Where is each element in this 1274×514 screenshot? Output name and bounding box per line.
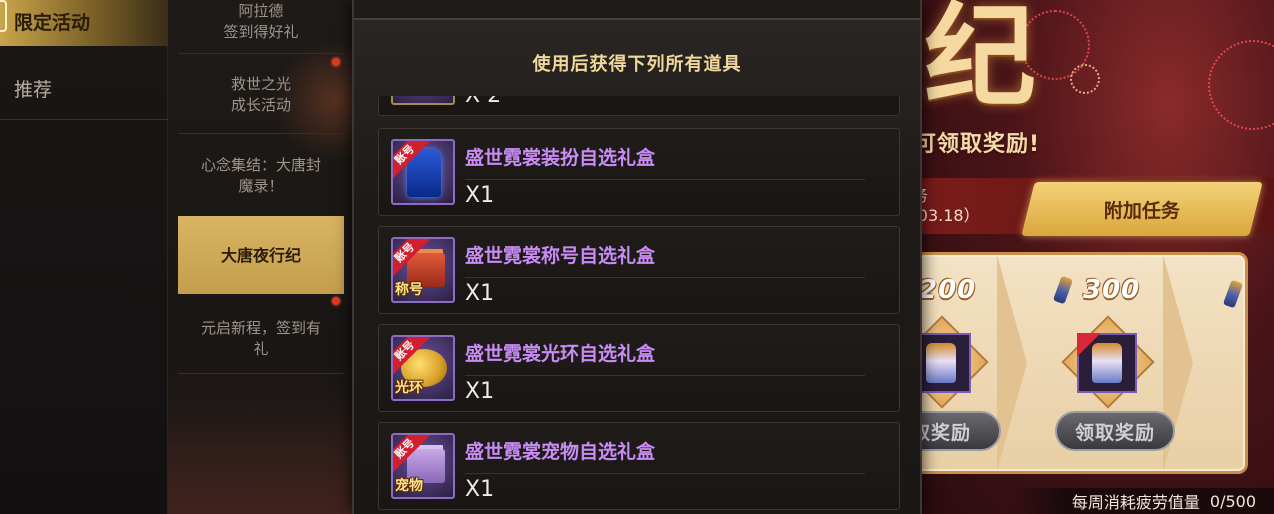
claim-reward-button[interactable]: 领取奖励 [1055, 411, 1175, 451]
fatigue-label: 每周消耗疲劳值量 [1071, 493, 1200, 512]
button-label: 取奖励 [920, 421, 971, 444]
milestone-value: 200 [920, 275, 977, 305]
activity-item-alad-signin[interactable]: 阿拉德 签到得好礼 [178, 0, 344, 54]
item-divider [465, 277, 865, 278]
activity-label: 魔录！ [238, 177, 284, 195]
item-name: 盛世霓裳称号自选礼盒 [465, 245, 656, 267]
activity-list: 阿拉德 签到得好礼 救世之光 成长活动 心念集结：大唐封 魔录！ 大唐夜行纪 元… [168, 0, 354, 514]
claim-reward-button[interactable]: 取奖励 [920, 411, 1001, 451]
item-quantity: X 2 [465, 96, 501, 108]
category-label: 推荐 [14, 79, 53, 101]
item-quantity: X1 [465, 379, 495, 404]
item-icon[interactable]: 账号 宠物 [391, 433, 455, 499]
item-type-badge: 宠物 [395, 478, 423, 494]
item-type-badge: 称号 [395, 282, 423, 298]
activity-label: 元启新程，签到有 [200, 318, 321, 337]
item-icon[interactable]: 账号 光环 [391, 335, 455, 401]
reward-item-slot[interactable] [1077, 333, 1137, 393]
activity-label: 成长活动 [230, 95, 291, 114]
list-item: 账号 称号 盛世霓裳称号自选礼盒 X1 [378, 226, 900, 314]
list-item: X 2 [378, 96, 900, 116]
activity-label: 签到得好礼 [223, 22, 299, 41]
item-icon[interactable]: 账号 称号 [391, 237, 455, 303]
account-tag-icon [1077, 333, 1101, 357]
palace-silhouette [168, 404, 354, 514]
activity-label: 礼 [253, 339, 269, 358]
category-recommended[interactable]: 推荐 [0, 58, 168, 120]
activity-label: 心念集结：大唐封 [200, 156, 321, 174]
weekly-fatigue-counter: 每周消耗疲劳值量 0/500 [1010, 488, 1274, 514]
chevron-divider [997, 255, 1037, 471]
activity-item-tang-night[interactable]: 大唐夜行纪 [178, 216, 344, 294]
tab-label: 附加任务 [1103, 199, 1180, 222]
firework-decoration [1208, 40, 1274, 130]
milestone-value: 300 [1083, 275, 1141, 305]
fatigue-bottle-icon [1052, 275, 1074, 305]
reward-item-slot[interactable] [920, 333, 971, 393]
category-label: 限定活动 [14, 11, 91, 34]
list-item: 账号 光环 盛世霓裳光环自选礼盒 X1 [378, 324, 900, 412]
category-limited-events[interactable]: 限定活动 [0, 0, 168, 46]
fatigue-bottle-icon [1222, 279, 1244, 309]
item-contents-popup: 使用后获得下列所有道具 X 2 账号 盛世霓裳装扮自选礼盒 X1 账号 称号 盛… [352, 0, 922, 514]
item-quantity: X1 [465, 183, 495, 208]
fatigue-value: 0/500 [1209, 491, 1256, 511]
item-divider [465, 179, 865, 180]
task-tab-label: 务 [920, 186, 929, 205]
item-quantity: X1 [465, 281, 495, 306]
item-divider [465, 375, 865, 376]
activity-label: 救世之光 [230, 74, 291, 93]
category-sidebar: 限定活动 推荐 [0, 0, 168, 514]
item-type-badge: 光环 [395, 380, 423, 396]
reward-hint-text: 可领取奖励! [920, 132, 1041, 157]
popup-top-border [354, 0, 920, 20]
event-banner: 纪 可领取奖励! 务 -03.18） 附加任务 200 300 取奖励 领取奖励 [920, 0, 1274, 514]
item-icon[interactable]: 账号 [391, 139, 455, 205]
list-item: 账号 宠物 盛世霓裳宠物自选礼盒 X1 [378, 422, 900, 510]
firework-decoration [1070, 64, 1100, 94]
potion-jar-icon [926, 343, 956, 383]
notification-dot [332, 58, 340, 66]
list-item: 账号 盛世霓裳装扮自选礼盒 X1 [378, 128, 900, 216]
tab-extra-tasks[interactable]: 附加任务 [1021, 182, 1263, 236]
item-list[interactable]: X 2 账号 盛世霓裳装扮自选礼盒 X1 账号 称号 盛世霓裳称号自选礼盒 X1 [378, 96, 900, 514]
item-icon [391, 96, 455, 105]
activity-item-tang-seal[interactable]: 心念集结：大唐封 魔录！ [178, 138, 344, 214]
activity-label: 大唐夜行纪 [220, 245, 301, 265]
item-quantity: X1 [465, 477, 495, 502]
event-title-char: 纪 [924, 0, 1036, 122]
button-label: 领取奖励 [1074, 421, 1155, 444]
activity-item-light-of-salvation[interactable]: 救世之光 成长活动 [178, 56, 344, 134]
item-name: 盛世霓裳光环自选礼盒 [465, 343, 656, 365]
task-tab-main[interactable]: 务 -03.18） [920, 186, 980, 226]
milestone-rewards-panel: 200 300 取奖励 领取奖励 [920, 252, 1248, 474]
popup-title: 使用后获得下列所有道具 [532, 54, 742, 75]
item-divider [465, 473, 865, 474]
item-name: 盛世霓裳装扮自选礼盒 [465, 147, 656, 169]
item-name: 盛世霓裳宠物自选礼盒 [465, 441, 656, 463]
activity-item-new-journey-signin[interactable]: 元启新程，签到有 礼 [178, 304, 344, 374]
activity-label: 阿拉德 [238, 1, 284, 20]
task-tab-date: -03.18） [920, 206, 980, 225]
